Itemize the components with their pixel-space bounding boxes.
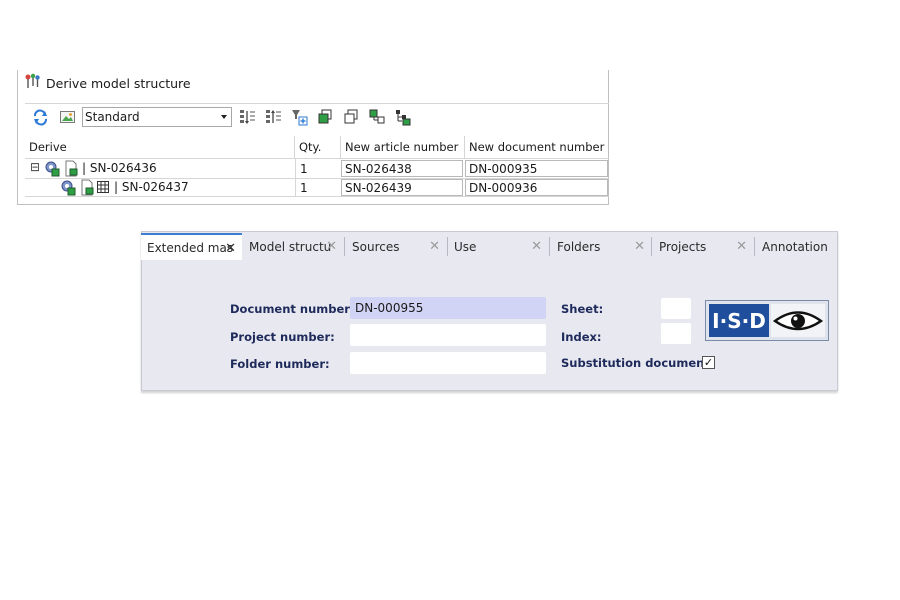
sheet-label: Sheet: [561, 302, 604, 316]
checkmark-icon: ✓ [703, 356, 714, 369]
substitution-document-checkbox[interactable]: ✓ [702, 356, 715, 369]
close-icon[interactable]: ✕ [326, 239, 337, 254]
structure-tree-icon[interactable] [394, 108, 412, 126]
new-article-number-input[interactable]: SN-026439 [341, 179, 463, 196]
tab-label: Projects [659, 239, 707, 254]
image-view-icon[interactable] [58, 108, 76, 126]
select-parts-icon[interactable] [368, 108, 386, 126]
table-row[interactable]: ⊟ | SN-026436 [25, 159, 295, 178]
document-lock-icon [63, 160, 79, 180]
assembly-gear-icon [60, 179, 77, 199]
document-lock-icon [79, 179, 95, 199]
qty-value: 1 [300, 161, 308, 176]
tab-extended-master-data[interactable]: Extended mas ✕ [141, 233, 242, 260]
grid-divider [295, 158, 296, 196]
tab-label: Model structu [249, 239, 332, 254]
tab-divider [344, 237, 345, 256]
close-icon[interactable]: ✕ [531, 239, 542, 254]
toolbar-divider [25, 103, 609, 104]
index-label: Index: [561, 330, 602, 344]
column-header-qty[interactable]: Qty. [295, 136, 341, 158]
isd-logo: I·S·D [705, 300, 829, 341]
tab-divider [651, 237, 652, 256]
project-number-label: Project number: [230, 330, 335, 344]
filter-add-icon[interactable] [290, 108, 308, 126]
table-row[interactable]: | SN-026437 [25, 179, 295, 196]
derive-panel-header: Derive model structure [24, 72, 191, 94]
tab-model-structure[interactable]: Model structu ✕ [243, 233, 343, 260]
tab-projects[interactable]: Projects ✕ [653, 233, 753, 260]
tab-annotation[interactable]: Annotation [756, 233, 836, 260]
tab-label: Folders [557, 239, 601, 254]
copy-icon[interactable] [342, 108, 360, 126]
sort-down-icon[interactable] [238, 108, 256, 126]
tab-divider [754, 237, 755, 256]
document-number-label: Document number: [230, 302, 355, 316]
assembly-gear-icon [44, 160, 61, 180]
view-mode-select[interactable]: Standard [82, 107, 232, 127]
sheet-input[interactable] [661, 298, 691, 319]
document-number-input[interactable]: DN-000955 [350, 297, 546, 319]
copy-green-icon[interactable] [316, 108, 334, 126]
substitution-document-label: Substitution document: [561, 356, 715, 370]
tab-folders[interactable]: Folders ✕ [551, 233, 651, 260]
derive-panel-title: Derive model structure [46, 75, 191, 91]
refresh-icon[interactable] [31, 108, 49, 126]
tab-sources[interactable]: Sources ✕ [346, 233, 446, 260]
index-input[interactable] [661, 323, 691, 344]
close-icon[interactable]: ✕ [225, 241, 236, 256]
project-number-input[interactable] [350, 324, 546, 346]
chevron-down-icon [221, 115, 227, 119]
sort-up-icon[interactable] [264, 108, 282, 126]
logo-text: I·S·D [712, 309, 766, 333]
column-header-new-document-number[interactable]: New document number [465, 136, 609, 158]
new-document-number-input[interactable]: DN-000936 [465, 179, 608, 196]
view-mode-select-value: Standard [85, 110, 140, 124]
column-header-new-article-number[interactable]: New article number [341, 136, 465, 158]
tab-divider [549, 237, 550, 256]
close-icon[interactable]: ✕ [736, 239, 747, 254]
tab-label: Extended mas [147, 240, 234, 255]
folder-number-input[interactable] [350, 352, 546, 374]
new-article-number-input[interactable]: SN-026438 [341, 160, 463, 177]
tab-label: Annotation [762, 239, 828, 254]
table-grid-icon [97, 181, 109, 196]
grid-divider [25, 196, 609, 197]
qty-value: 1 [300, 180, 308, 195]
close-icon[interactable]: ✕ [634, 239, 645, 254]
collapse-toggle-icon[interactable]: ⊟ [30, 160, 40, 174]
new-document-number-input[interactable]: DN-000935 [465, 160, 608, 177]
folder-number-label: Folder number: [230, 357, 330, 371]
column-header-derive[interactable]: Derive [25, 136, 295, 158]
tab-label: Sources [352, 239, 400, 254]
item-number: | SN-026436 [82, 161, 157, 175]
tab-use[interactable]: Use ✕ [448, 233, 548, 260]
item-number: | SN-026437 [114, 180, 189, 194]
close-icon[interactable]: ✕ [429, 239, 440, 254]
tab-label: Use [454, 239, 477, 254]
derive-structure-icon [24, 73, 41, 93]
